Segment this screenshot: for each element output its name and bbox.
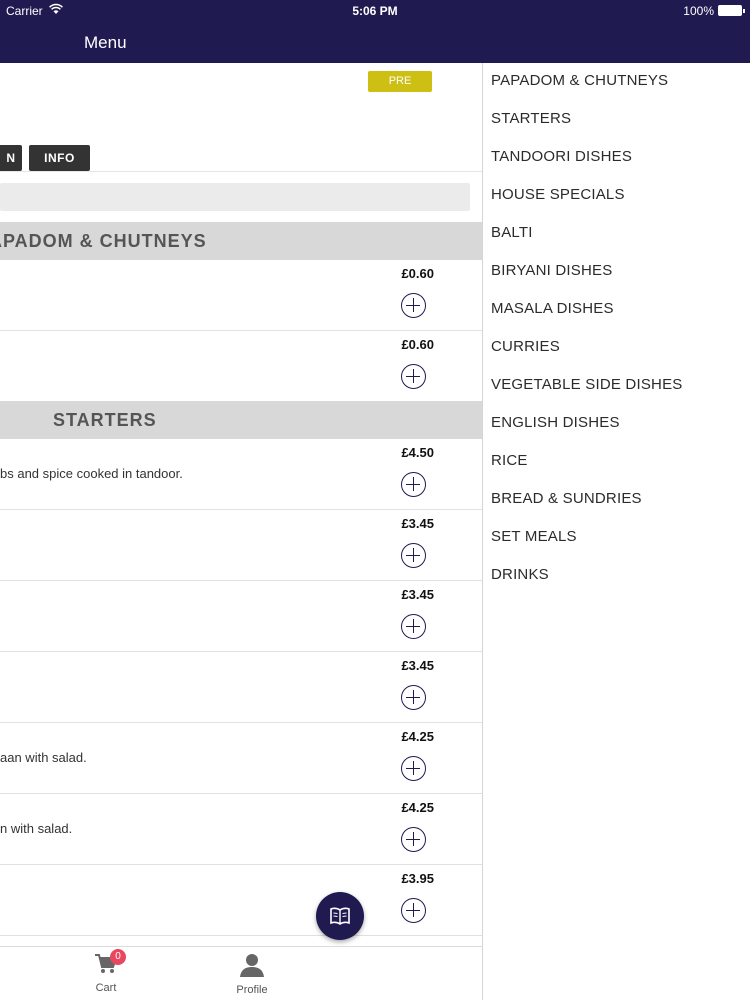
status-bar: Carrier 5:06 PM 100% (0, 0, 750, 22)
cart-count-badge: 0 (110, 949, 126, 965)
menu-item: £3.45 (0, 652, 482, 723)
category-item-bread[interactable]: BREAD & SUNDRIES (491, 490, 642, 507)
cart-icon: 0 (94, 949, 126, 975)
category-item-curries[interactable]: CURRIES (491, 338, 560, 355)
menu-item: £0.60 (0, 260, 482, 331)
item-price: £3.45 (401, 658, 434, 673)
add-item-icon[interactable] (401, 293, 426, 318)
add-item-icon[interactable] (401, 543, 426, 568)
add-item-icon[interactable] (401, 364, 426, 389)
menu-book-button[interactable] (316, 892, 364, 940)
tab-cart[interactable]: 0 Cart (66, 949, 146, 994)
category-item-rice[interactable]: RICE (491, 452, 528, 469)
category-item-tandoori[interactable]: TANDOORI DISHES (491, 148, 632, 165)
category-sidebar: PAPADOM & CHUTNEYS STARTERS TANDOORI DIS… (482, 63, 750, 1000)
section-title: APADOM & CHUTNEYS (0, 231, 207, 251)
menu-item: £3.95 (0, 865, 482, 936)
nav-title: Menu (84, 33, 127, 52)
item-description: aan with salad. (0, 750, 87, 765)
nav-bar: Menu (0, 22, 750, 63)
menu-item: £4.25 n with salad. (0, 794, 482, 865)
menu-item: £3.45 (0, 510, 482, 581)
add-item-icon[interactable] (401, 614, 426, 639)
add-item-icon[interactable] (401, 756, 426, 781)
category-item-papadom[interactable]: PAPADOM & CHUTNEYS (491, 72, 668, 89)
item-price: £3.95 (401, 871, 434, 886)
category-item-biryani[interactable]: BIRYANI DISHES (491, 262, 612, 279)
tab-info[interactable]: INFO (29, 145, 90, 171)
tab-cart-label: Cart (95, 982, 117, 994)
tab-profile-label: Profile (236, 984, 268, 996)
tab-menu[interactable]: N (0, 145, 22, 171)
item-price: £4.25 (401, 800, 434, 815)
battery-icon (718, 5, 745, 16)
add-item-icon[interactable] (401, 898, 426, 923)
tab-profile[interactable]: Profile (212, 953, 292, 996)
menu-item: £0.60 (0, 331, 482, 402)
menu-book-icon (330, 907, 350, 925)
item-price: £3.45 (401, 587, 434, 602)
menu-item: £4.25 aan with salad. (0, 723, 482, 794)
category-item-house-specials[interactable]: HOUSE SPECIALS (491, 186, 625, 203)
section-header-starters: STARTERS (0, 401, 482, 439)
status-time: 5:06 PM (352, 4, 398, 18)
battery-percent: 100% (683, 4, 714, 18)
category-item-masala[interactable]: MASALA DISHES (491, 300, 614, 317)
search-bar[interactable] (0, 183, 470, 211)
category-item-vegetable-sides[interactable]: VEGETABLE SIDE DISHES (491, 376, 682, 393)
item-description: n with salad. (0, 821, 73, 836)
item-description: bs and spice cooked in tandoor. (0, 466, 183, 481)
menu-item: £4.50 bs and spice cooked in tandoor. (0, 439, 482, 510)
item-price: £3.45 (401, 516, 434, 531)
add-item-icon[interactable] (401, 685, 426, 710)
item-price: £0.60 (401, 266, 434, 281)
category-item-set-meals[interactable]: SET MEALS (491, 528, 577, 545)
item-price: £4.50 (401, 445, 434, 460)
preorder-badge[interactable]: PRE ORDER (368, 71, 432, 108)
category-item-english[interactable]: ENGLISH DISHES (491, 414, 620, 431)
item-price: £0.60 (401, 337, 434, 352)
menu-content[interactable]: PRE ORDER N INFO APADOM & CHUTNEYS £0.60… (0, 63, 482, 1000)
section-title: STARTERS (53, 410, 157, 430)
bottom-tab-bar: 0 Cart Profile (0, 946, 482, 1000)
item-price: £4.25 (401, 729, 434, 744)
add-item-icon[interactable] (401, 472, 426, 497)
category-item-drinks[interactable]: DRINKS (491, 566, 549, 583)
category-item-balti[interactable]: BALTI (491, 224, 533, 241)
section-header-papadom: APADOM & CHUTNEYS (0, 222, 482, 260)
menu-item: £3.45 (0, 581, 482, 652)
divider (0, 171, 482, 172)
add-item-icon[interactable] (401, 827, 426, 852)
category-item-starters[interactable]: STARTERS (491, 110, 571, 127)
person-icon (240, 954, 264, 977)
